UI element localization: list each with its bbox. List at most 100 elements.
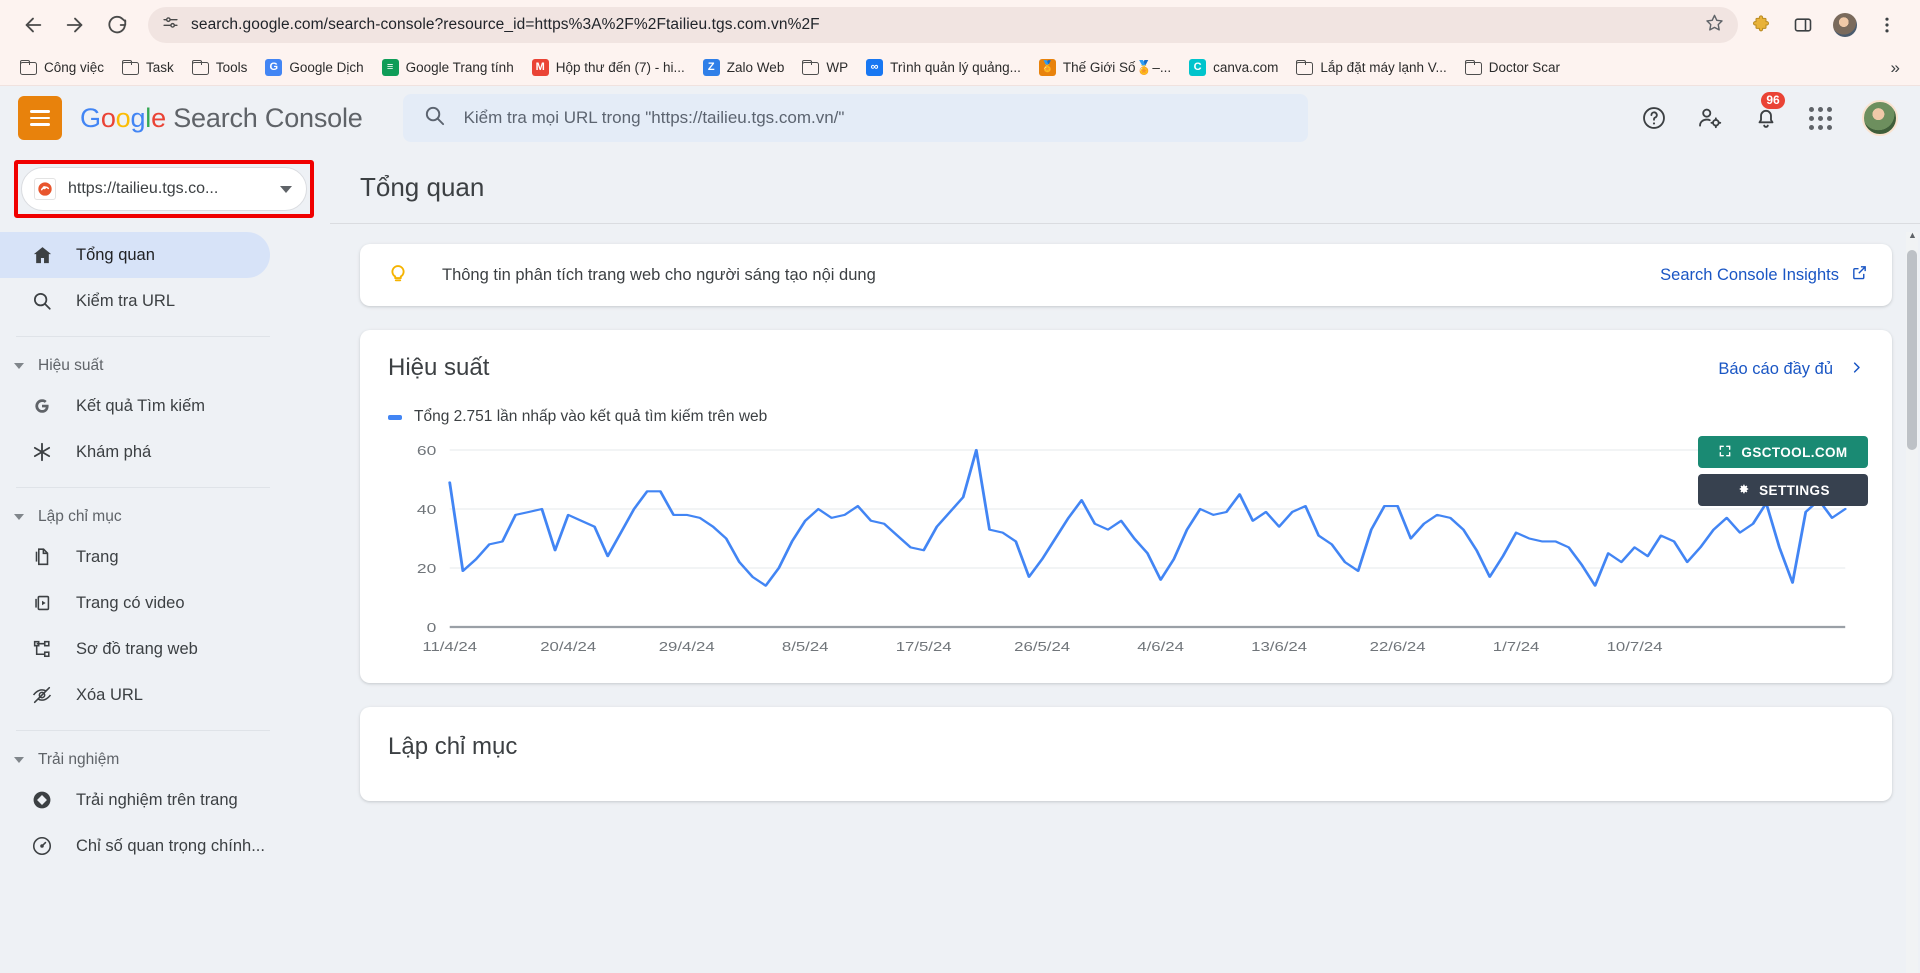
sidebar-item-top-1[interactable]: Kiểm tra URL	[0, 278, 270, 324]
forward-arrow-icon	[64, 14, 86, 36]
scrollbar-thumb[interactable]	[1907, 250, 1917, 450]
extensions-button[interactable]	[1742, 6, 1780, 44]
bookmark-label: Zalo Web	[726, 60, 785, 75]
svg-text:1/7/24: 1/7/24	[1493, 641, 1540, 655]
bookmark-item[interactable]: Task	[114, 56, 182, 79]
sidebar-item-label: Sơ đồ trang web	[76, 639, 198, 658]
svg-text:10/7/24: 10/7/24	[1607, 641, 1663, 655]
star-icon[interactable]	[1705, 13, 1724, 37]
settings-button[interactable]: SETTINGS	[1698, 474, 1868, 506]
notifications-badge: 96	[1761, 92, 1785, 109]
search-console-insights-link[interactable]: Search Console Insights	[1660, 264, 1868, 286]
sidebar: https://tailieu.tgs.co... Tổng quan Kiểm …	[0, 150, 330, 973]
scroll-area[interactable]: Thông tin phân tích trang web cho người …	[330, 224, 1920, 973]
gsctool-button[interactable]: GSCTOOL.COM	[1698, 436, 1868, 468]
bookmark-label: Trình quản lý quảng...	[890, 60, 1021, 75]
gear-icon	[1736, 482, 1750, 499]
sidebar-item-0-1[interactable]: Khám phá	[0, 429, 270, 475]
bookmark-item[interactable]: Tools	[184, 56, 256, 79]
bookmark-item[interactable]: Lắp đặt máy lạnh V...	[1288, 56, 1454, 79]
gsctool-overlay: GSCTOOL.COM SETTINGS	[1698, 436, 1868, 512]
scroll-up-arrow-icon[interactable]: ▲	[1908, 230, 1917, 240]
bookmark-label: Lắp đặt máy lạnh V...	[1320, 60, 1447, 75]
back-arrow-icon	[22, 14, 44, 36]
scrollbar[interactable]: ▲	[1906, 230, 1918, 973]
folder-icon	[20, 60, 37, 75]
bookmark-label: Hộp thư đến (7) - hi...	[555, 60, 685, 75]
window-panel-icon	[1793, 15, 1813, 35]
bell-icon[interactable]: 96	[1753, 92, 1785, 131]
svg-text:8/5/24: 8/5/24	[782, 641, 829, 655]
address-bar[interactable]: search.google.com/search-console?resourc…	[148, 7, 1738, 43]
svg-text:11/4/24: 11/4/24	[422, 641, 477, 655]
sidebar-group-label: Lập chỉ mục	[38, 508, 122, 525]
indexing-card: Lập chỉ mục	[360, 707, 1892, 801]
google-g-icon	[30, 394, 54, 418]
gsctool-button-label: GSCTOOL.COM	[1741, 444, 1848, 460]
sidebar-group-header[interactable]: Hiệu suất	[0, 349, 330, 383]
bookmark-label: canva.com	[1213, 60, 1279, 75]
bookmark-item[interactable]: 🏅 Thế Giới Số🏅–...	[1031, 55, 1179, 80]
help-circle-icon[interactable]	[1641, 105, 1667, 131]
back-button[interactable]	[14, 6, 52, 44]
hamburger-menu-icon[interactable]	[18, 96, 62, 140]
property-selector[interactable]: https://tailieu.tgs.co...	[21, 167, 307, 211]
extensions-icon	[1751, 15, 1771, 35]
discover-asterisk-icon	[30, 440, 54, 464]
insights-text: Thông tin phân tích trang web cho người …	[442, 265, 876, 284]
property-name: https://tailieu.tgs.co...	[68, 180, 219, 197]
sidebar-item-label: Tổng quan	[76, 245, 155, 264]
bookmark-item[interactable]: G Google Dịch	[257, 55, 371, 80]
insights-banner: Thông tin phân tích trang web cho người …	[360, 244, 1892, 306]
search-console-app: Google Search Console Kiểm tra mọi URL t…	[0, 86, 1920, 973]
sidebar-item-1-3[interactable]: Xóa URL	[0, 672, 270, 718]
bookmark-item[interactable]: M Hộp thư đến (7) - hi...	[524, 55, 693, 80]
sidebar-item-1-0[interactable]: Trang	[0, 534, 270, 580]
svg-text:26/5/24: 26/5/24	[1014, 641, 1070, 655]
sidebar-item-0-0[interactable]: Kết quả Tìm kiếm	[0, 383, 270, 429]
user-settings-icon[interactable]	[1697, 105, 1723, 131]
bookmark-item[interactable]: Ccanva.com	[1181, 55, 1286, 80]
sidebar-item-1-2[interactable]: Sơ đồ trang web	[0, 626, 270, 672]
sidebar-item-2-0[interactable]: Trải nghiệm trên trang	[0, 777, 270, 823]
full-report-link[interactable]: Báo cáo đầy đủ	[1718, 354, 1864, 379]
performance-chart: 0 20 40 60 11/4/24 20/4/24 29/4/24 8/5/24 17/5/2…	[388, 436, 1868, 657]
search-icon	[30, 289, 54, 313]
apps-grid-icon[interactable]	[1809, 106, 1832, 130]
url-inspection-search[interactable]: Kiểm tra mọi URL trong "https://tailieu.…	[402, 94, 1308, 142]
bookmarks-overflow-icon[interactable]: »	[1883, 56, 1908, 80]
triangle-down-icon	[14, 363, 24, 369]
sidebar-group-header[interactable]: Trải nghiệm	[0, 743, 330, 777]
bookmark-item[interactable]: Doctor Scar	[1457, 56, 1568, 79]
core-web-vitals-icon	[30, 834, 54, 858]
sidebar-item-2-1[interactable]: Chỉ số quan trọng chính...	[0, 823, 270, 869]
tab-search-button[interactable]	[1784, 6, 1822, 44]
site-settings-icon[interactable]	[162, 14, 179, 36]
property-selector-highlight: https://tailieu.tgs.co...	[0, 154, 330, 232]
sidebar-item-1-1[interactable]: Trang có video	[0, 580, 270, 626]
performance-card: Hiệu suất Báo cáo đầy đủ Tổng 2.751 lần …	[360, 330, 1892, 683]
reload-button[interactable]	[98, 6, 136, 44]
sidebar-item-top-0[interactable]: Tổng quan	[0, 232, 270, 278]
chart-legend[interactable]: Tổng 2.751 lần nhấp vào kết quả tìm kiếm…	[388, 408, 1864, 426]
svg-text:4/6/24: 4/6/24	[1137, 641, 1184, 655]
bookmark-item[interactable]: ≡ Google Trang tính	[374, 55, 522, 80]
main-content: Tổng quan Thông tin phân tích trang web …	[330, 150, 1920, 973]
user-avatar-icon[interactable]	[1862, 100, 1898, 136]
svg-text:17/5/24: 17/5/24	[896, 641, 952, 655]
sidebar-group-label: Trải nghiệm	[38, 751, 120, 768]
sidebar-group-header[interactable]: Lập chỉ mục	[0, 500, 330, 534]
sidebar-item-label: Chỉ số quan trọng chính...	[76, 836, 265, 855]
header-actions: 96	[1641, 92, 1898, 136]
bookmark-item[interactable]: ∞ Trình quản lý quảng...	[858, 55, 1029, 80]
bookmark-item[interactable]: Z Zalo Web	[695, 55, 793, 80]
bookmark-item[interactable]: WP	[794, 56, 856, 79]
svg-text:20: 20	[417, 562, 436, 576]
sidebar-item-label: Trải nghiệm trên trang	[76, 790, 238, 809]
folder-icon	[1464, 60, 1482, 75]
bookmark-item[interactable]: Công việc	[12, 56, 112, 79]
browser-profile-button[interactable]	[1826, 6, 1864, 44]
browser-menu-button[interactable]	[1868, 6, 1906, 44]
svg-text:20/4/24: 20/4/24	[540, 641, 596, 655]
forward-button[interactable]	[56, 6, 94, 44]
